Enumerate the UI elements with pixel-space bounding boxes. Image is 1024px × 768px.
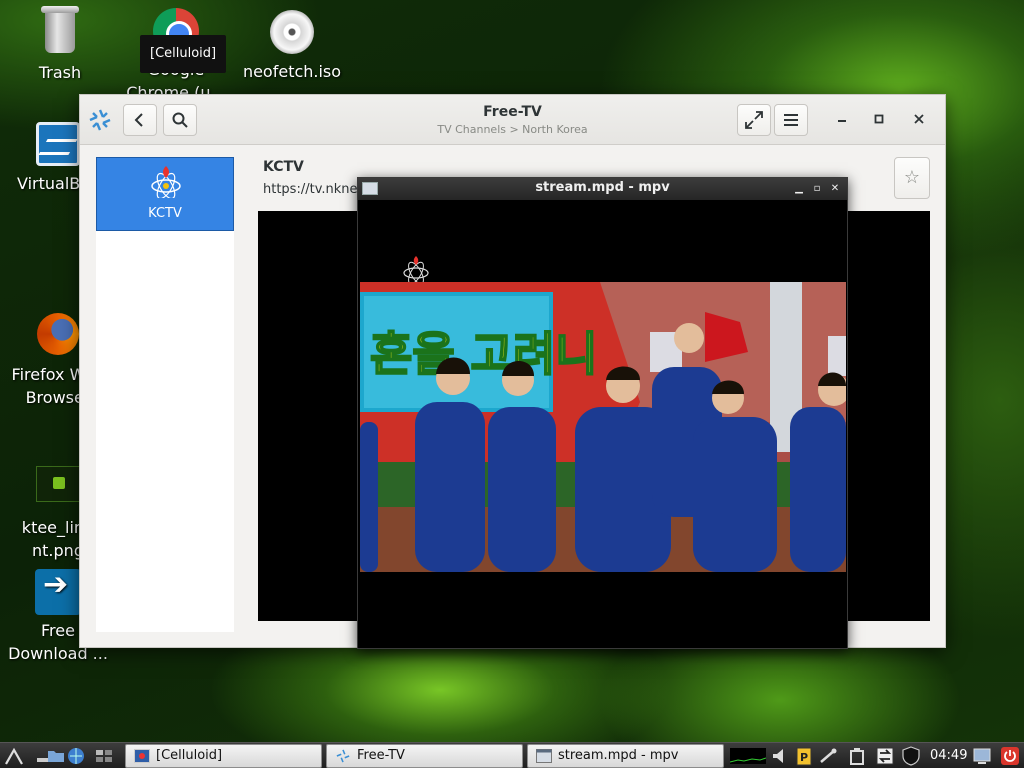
video-frame[interactable]: 혼을 고려니 (360, 282, 846, 572)
fullscreen-icon (745, 111, 763, 129)
virtualbox-icon (34, 122, 82, 170)
volume-icon[interactable] (770, 746, 790, 766)
minimize-icon (838, 120, 846, 122)
desktop-icon-label: neofetch.iso (242, 62, 342, 81)
kctv-logo-icon (151, 166, 181, 198)
favorite-button[interactable]: ☆ (894, 157, 930, 199)
mpv-titlebar[interactable]: stream.mpd - mpv ▁ ▫ ✕ (358, 178, 847, 200)
close-icon: ✕ (830, 183, 840, 194)
maximize-icon: ▫ (813, 183, 821, 194)
mpv-window: stream.mpd - mpv ▁ ▫ ✕ 혼을 고려니 (357, 177, 848, 649)
taskbar-task-freetv[interactable]: Free-TV (326, 744, 523, 768)
channel-title: KCTV (263, 159, 304, 175)
mpv-icon (536, 749, 552, 763)
close-button[interactable] (908, 109, 930, 131)
update-manager-icon[interactable] (875, 746, 895, 766)
desktop-icon-label: Trash (38, 63, 82, 82)
channel-sidebar: KCTV (96, 157, 234, 632)
network-icon[interactable] (818, 746, 838, 766)
maximize-button[interactable] (868, 109, 890, 131)
tooltip: [Celluloid] (140, 35, 227, 73)
desktop-icon-neofetch-iso[interactable]: neofetch.iso (237, 8, 347, 83)
taskbar-task-mpv[interactable]: stream.mpd - mpv (527, 744, 724, 768)
mpv-title: stream.mpd - mpv (535, 180, 670, 195)
channel-url[interactable]: https://tv.nknews (263, 182, 359, 197)
menu-button[interactable] (774, 104, 808, 136)
fullscreen-button[interactable] (737, 104, 771, 136)
channel-item-kctv[interactable]: KCTV (96, 157, 234, 231)
taskbar-task-label: Free-TV (357, 748, 405, 763)
taskbar-task-label: stream.mpd - mpv (558, 748, 679, 763)
taskbar: [Celluloid] Free-TV stream.mpd - mpv P 0… (0, 742, 1024, 768)
trash-icon (36, 6, 84, 59)
star-icon: ☆ (903, 167, 921, 188)
power-icon[interactable] (1000, 746, 1020, 766)
svg-text:P: P (800, 751, 808, 764)
minimize-icon: ▁ (795, 183, 803, 194)
kctv-watermark-icon (403, 256, 429, 284)
headerbar: Free-TV TV Channels > North Korea (80, 95, 945, 145)
start-menu-icon[interactable] (4, 746, 24, 766)
breadcrumb: TV Channels > North Korea (437, 123, 588, 136)
celluloid-icon (134, 749, 150, 763)
file-manager-icon[interactable] (46, 746, 66, 766)
mpv-maximize-button[interactable]: ▫ (810, 180, 824, 198)
close-icon (914, 114, 924, 124)
firefox-icon (34, 313, 82, 361)
png-image-icon (34, 466, 82, 514)
cpu-graph-icon[interactable] (730, 746, 766, 766)
hamburger-menu-icon (784, 114, 798, 126)
free-download-manager-icon (34, 569, 82, 617)
taskbar-task-label: [Celluloid] (156, 748, 223, 763)
freetv-icon (336, 749, 350, 763)
battery-icon[interactable] (847, 746, 867, 766)
window-title: Free-TV (483, 104, 542, 120)
user-menu-icon[interactable] (972, 746, 992, 766)
desktop-icon-trash[interactable]: Trash (5, 6, 115, 84)
web-browser-icon[interactable] (66, 746, 86, 766)
minimize-button[interactable] (831, 109, 853, 131)
mpv-close-button[interactable]: ✕ (828, 180, 842, 198)
clipboard-icon[interactable]: P (794, 746, 814, 766)
maximize-icon (874, 114, 884, 124)
shield-icon[interactable] (901, 746, 921, 766)
clock[interactable]: 04:49 (930, 745, 967, 767)
taskbar-task-celluloid[interactable]: [Celluloid] (125, 744, 322, 768)
mpv-minimize-button[interactable]: ▁ (792, 180, 806, 198)
channel-name: KCTV (148, 206, 182, 221)
workspace-switcher-icon[interactable] (94, 746, 114, 766)
disc-image-icon (268, 10, 316, 58)
